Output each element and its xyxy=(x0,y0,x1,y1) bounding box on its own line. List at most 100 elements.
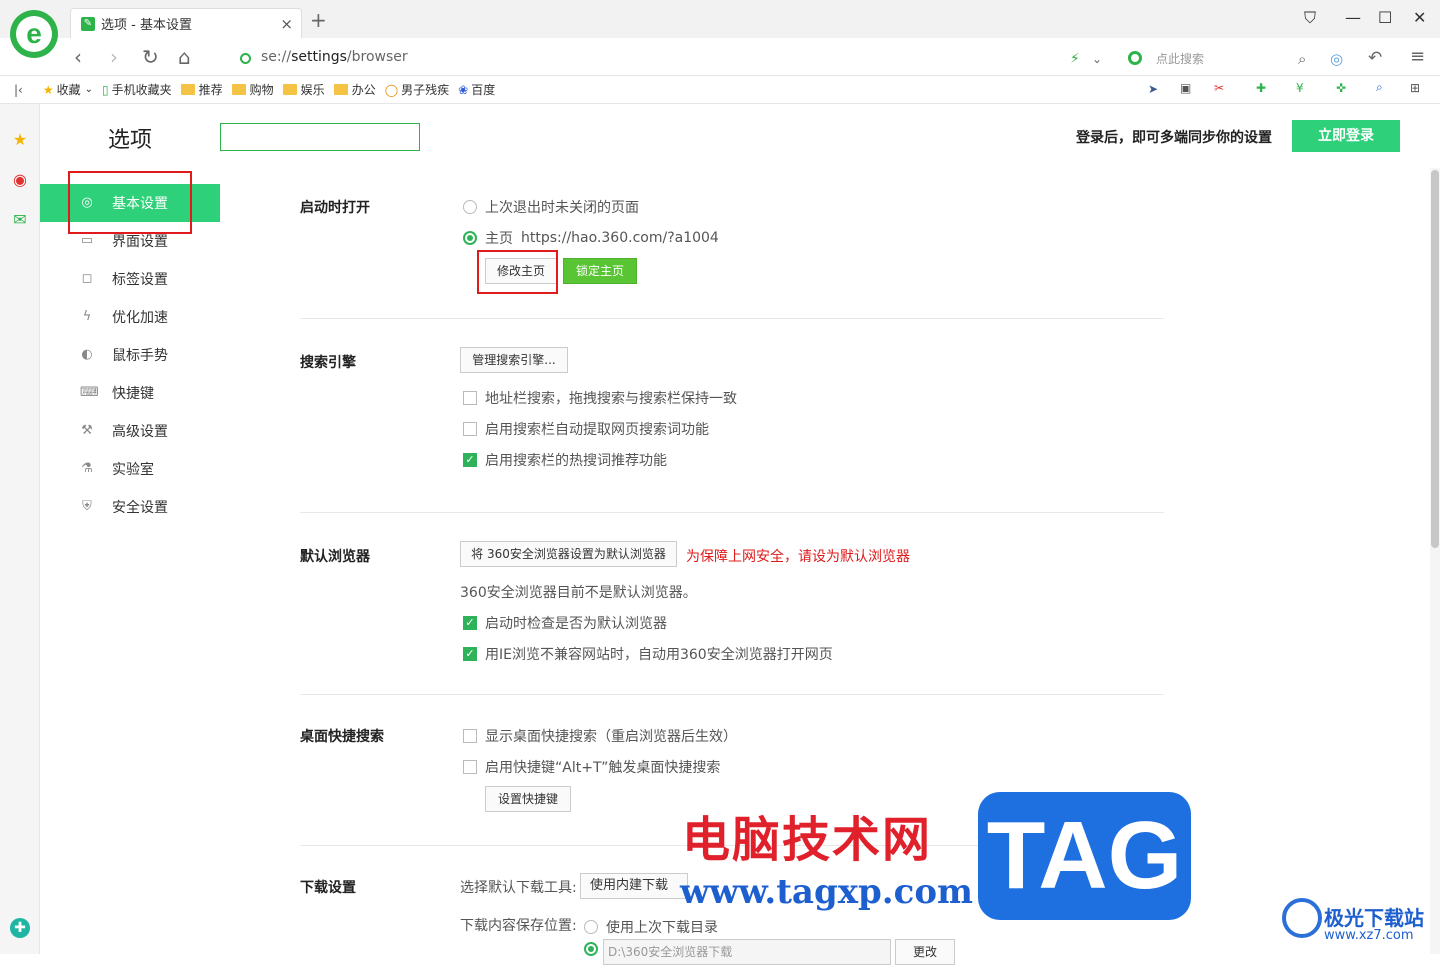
option-label: 启动时检查是否为默认浏览器 xyxy=(485,616,667,632)
bookmark-label: 娱乐 xyxy=(300,83,325,97)
nav-item-advanced[interactable]: ⚒ 高级设置 xyxy=(40,412,220,450)
nav-item-tabs[interactable]: ◻ 标签设置 xyxy=(40,260,220,298)
translate-icon[interactable]: ◎ xyxy=(1330,48,1343,70)
apps-icon[interactable]: ⊞ xyxy=(1410,81,1420,95)
scrollbar-thumb[interactable] xyxy=(1431,170,1439,548)
checkbox-checked-icon: ✓ xyxy=(463,453,477,467)
homepage-url: https://hao.360.com/?a1004 xyxy=(521,230,719,246)
bookmark-item[interactable]: ★ 收藏 ⌄ xyxy=(43,81,93,98)
screenshot-icon[interactable]: ▣ xyxy=(1180,81,1191,95)
bookmark-item[interactable]: 娱乐 xyxy=(282,81,325,98)
checkbox-hot-words[interactable]: ✓ 启用搜索栏的热搜词推荐功能 xyxy=(463,450,667,470)
option-label: 上次退出时未关闭的页面 xyxy=(485,200,639,216)
nav-item-security[interactable]: ⛨ 安全设置 xyxy=(40,488,220,526)
close-window-button[interactable]: ✕ xyxy=(1413,8,1426,28)
radio-last-session[interactable]: 上次退出时未关闭的页面 xyxy=(463,197,639,217)
browser-logo[interactable]: e xyxy=(10,10,58,58)
default-warning: 为保障上网安全，请设为默认浏览器 xyxy=(686,549,910,565)
back-button[interactable]: ‹ xyxy=(74,46,82,68)
section-title-startup: 启动时打开 xyxy=(300,200,370,216)
bookmark-item[interactable]: ▯ 手机收藏夹 xyxy=(102,81,172,98)
bookmark-item[interactable]: ❀ 百度 xyxy=(458,81,495,98)
bookmark-item[interactable]: 推荐 xyxy=(180,81,223,98)
search-placeholder: 点此搜索 xyxy=(1156,51,1205,66)
nav-item-speed[interactable]: ϟ 优化加速 xyxy=(40,298,220,336)
reload-button[interactable]: ↻ xyxy=(142,46,159,68)
radio-checked-icon xyxy=(463,231,477,245)
manage-search-button[interactable]: 管理搜索引擎... xyxy=(460,347,568,373)
speed-mode-icon[interactable]: ⚡ xyxy=(1070,48,1080,70)
forward-button[interactable]: › xyxy=(110,46,118,68)
checkbox-check-default[interactable]: ✓ 启动时检查是否为默认浏览器 xyxy=(463,613,667,633)
download-location-label: 下载内容保存位置: xyxy=(460,918,577,934)
undo-icon[interactable]: ↶ xyxy=(1368,47,1382,69)
close-tab-icon[interactable]: × xyxy=(280,15,293,33)
nav-item-mouse[interactable]: ◐ 鼠标手势 xyxy=(40,336,220,374)
search-icon[interactable]: ⌕ xyxy=(1298,48,1306,70)
page-title: 选项 xyxy=(108,128,153,153)
bookmark-label: 手机收藏夹 xyxy=(111,83,172,97)
maximize-button[interactable]: ☐ xyxy=(1378,8,1392,28)
checkbox-alt-t[interactable]: 启用快捷键“Alt+T”触发桌面快捷搜索 xyxy=(463,757,720,777)
login-button[interactable]: 立即登录 xyxy=(1292,120,1400,152)
skin-icon[interactable]: ⛉ xyxy=(1304,8,1316,28)
settings-search-input[interactable] xyxy=(220,123,420,151)
set-hotkey-button[interactable]: 设置快捷键 xyxy=(485,786,571,812)
add-icon[interactable]: ✚ xyxy=(10,918,30,938)
bookmark-item[interactable]: 办公 xyxy=(333,81,376,98)
money-icon[interactable]: ¥ xyxy=(1296,81,1304,95)
bookmark-bar: |‹ ★ 收藏 ⌄ ▯ 手机收藏夹 推荐 购物 娱乐 办公 ◯ 男子残疾 ❀ 百度 ➤ ▣… xyxy=(0,76,1440,104)
checkbox-extract-keywords[interactable]: 启用搜索栏自动提取网页搜索词功能 xyxy=(463,419,709,439)
highlight-box xyxy=(477,250,558,294)
section-title-default-browser: 默认浏览器 xyxy=(300,549,370,565)
option-label: 启用搜索栏的热搜词推荐功能 xyxy=(485,453,667,469)
tab-settings[interactable]: ✎ 选项 - 基本设置 × xyxy=(70,8,302,38)
checkbox-ie-compat[interactable]: ✓ 用IE浏览不兼容网站时，自动用360安全浏览器打开网页 xyxy=(463,644,833,664)
radio-homepage[interactable]: 主页 https://hao.360.com/?a1004 xyxy=(463,228,719,248)
collapse-sidebar-icon[interactable]: |‹ xyxy=(14,83,23,97)
set-default-button[interactable]: 将 360安全浏览器设置为默认浏览器 xyxy=(460,541,677,567)
wrench-icon: ✎ xyxy=(81,16,95,31)
magnifier-icon[interactable]: ⌕ xyxy=(1376,80,1383,95)
bookmark-item[interactable]: ◯ 男子残疾 xyxy=(385,81,449,98)
home-button[interactable]: ⌂ xyxy=(178,46,191,68)
game-icon[interactable]: ✜ xyxy=(1336,81,1346,95)
url-field[interactable]: se://settings/browser xyxy=(261,49,408,65)
title-bar: ✎ 选项 - 基本设置 × + ⛉ — ☐ ✕ xyxy=(0,0,1440,38)
favorites-icon[interactable]: ★ xyxy=(10,130,30,150)
option-label: 使用上次下载目录 xyxy=(606,920,718,936)
nav-item-lab[interactable]: ⚗ 实验室 xyxy=(40,450,220,488)
download-tool-select[interactable]: 使用内建下载 xyxy=(580,873,688,899)
minimize-button[interactable]: — xyxy=(1345,8,1361,28)
nav-item-shortcut[interactable]: ⌨ 快捷键 xyxy=(40,374,220,412)
nav-label: 高级设置 xyxy=(112,424,168,440)
checkbox-desktop-search[interactable]: 显示桌面快捷搜索（重启浏览器后生效） xyxy=(463,726,737,746)
menu-icon[interactable]: ≡ xyxy=(1410,46,1425,68)
checkbox-icon xyxy=(463,422,477,436)
search-input[interactable]: 点此搜索 xyxy=(1118,48,1318,68)
shield-icon: ⛨ xyxy=(82,499,92,514)
keyboard-icon: ⌨ xyxy=(80,385,99,400)
wrench-icon: ⚒ xyxy=(81,423,93,438)
cursor-icon[interactable]: ➤ xyxy=(1148,82,1158,96)
mail-icon[interactable]: ✉ xyxy=(10,210,30,230)
download-tool-label: 选择默认下载工具: xyxy=(460,880,577,896)
option-label: 启用快捷键“Alt+T”触发桌面快捷搜索 xyxy=(485,760,721,776)
weibo-icon[interactable]: ◉ xyxy=(10,170,30,190)
address-bar: ‹ › ↻ ⌂ se://settings/browser ⚡ ⌄ 点此搜索 ⌕… xyxy=(0,38,1440,76)
scissors-icon[interactable]: ✂ xyxy=(1214,81,1224,95)
checkbox-sync-search[interactable]: 地址栏搜索，拖拽搜索与搜索栏保持一致 xyxy=(463,388,737,408)
tag-icon: ◻ xyxy=(81,271,93,286)
lock-homepage-button[interactable]: 锁定主页 xyxy=(563,258,637,284)
download-path-field[interactable]: D:\360安全浏览器下载 xyxy=(603,939,891,965)
bookmark-item[interactable]: 购物 xyxy=(231,81,274,98)
tab-title: 选项 - 基本设置 xyxy=(101,18,192,33)
login-prompt: 登录后，即可多端同步你的设置 xyxy=(1076,130,1272,146)
new-tab-button[interactable]: + xyxy=(310,10,327,30)
radio-last-dir[interactable]: 使用上次下载目录 xyxy=(584,917,718,937)
search-o-icon: ◯ xyxy=(384,82,399,97)
chevron-down-icon[interactable]: ⌄ xyxy=(1092,48,1102,70)
extension-icon[interactable]: ✚ xyxy=(1256,81,1266,95)
nav-label: 标签设置 xyxy=(112,272,168,288)
change-path-button[interactable]: 更改 xyxy=(895,939,955,965)
